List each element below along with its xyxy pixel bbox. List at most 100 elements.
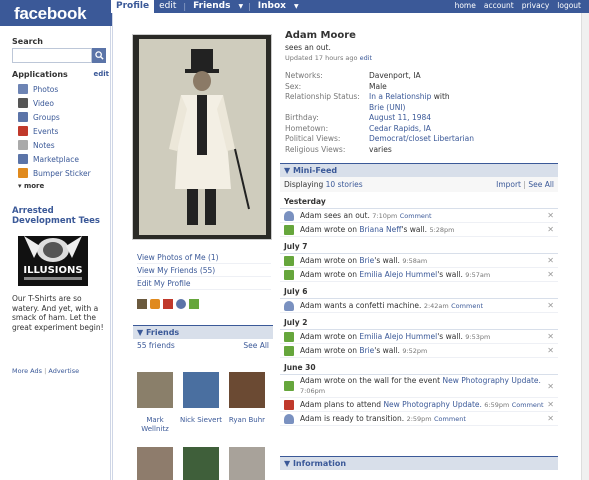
friend-photo[interactable] — [137, 447, 173, 480]
friend-photo[interactable] — [229, 447, 265, 480]
applications-edit-link[interactable]: edit — [93, 70, 109, 79]
edit-profile-link[interactable]: Edit My Profile — [137, 277, 271, 290]
feed-story: Adam wrote on Emilia Alejo Hummel's wall… — [280, 330, 558, 344]
facebook-logo[interactable]: facebook — [14, 4, 87, 24]
profile-photo[interactable] — [132, 34, 272, 240]
friend-name[interactable]: Nick Sievert — [179, 416, 223, 425]
story-link[interactable]: Brie — [359, 346, 374, 355]
story-link[interactable]: Emilia Alejo Hummel — [359, 332, 437, 341]
more-ads-link[interactable]: More Ads — [12, 367, 42, 375]
story-time: 9:52pm — [402, 346, 428, 355]
link-privacy[interactable]: privacy — [518, 0, 554, 12]
friend-photo[interactable] — [183, 447, 219, 480]
sidebar-app-bumper-sticker[interactable]: Bumper Sticker — [12, 166, 109, 180]
wall-icon[interactable] — [189, 299, 199, 309]
mini-feed-header[interactable]: ▼ Mini-Feed — [280, 163, 558, 177]
link-logout[interactable]: logout — [553, 0, 585, 12]
collapse-arrow-icon[interactable]: ▼ — [284, 459, 293, 468]
sidebar-ad[interactable]: Arrested Development Tees ILLUSIONS Our … — [12, 206, 109, 332]
mini-feed-import[interactable]: Import — [496, 180, 521, 189]
account-links: home account privacy logout — [451, 0, 585, 12]
story-comment-link[interactable]: Comment — [434, 415, 466, 423]
wall-post-icon — [284, 381, 294, 391]
info-value[interactable]: In a Relationship — [369, 92, 431, 101]
portrait-figure — [139, 39, 266, 235]
ad-title[interactable]: Arrested Development Tees — [12, 206, 109, 226]
story-comment-link[interactable]: Comment — [451, 302, 483, 310]
story-link[interactable]: Brie — [359, 256, 374, 265]
sidebar-app-groups[interactable]: Groups — [12, 110, 109, 124]
friends-box-header[interactable]: ▼ Friends — [133, 325, 273, 339]
friend-card[interactable] — [179, 447, 223, 480]
friend-card[interactable]: Ryan Buhr — [225, 372, 269, 425]
search-button[interactable] — [92, 48, 106, 63]
friends-see-all[interactable]: See All — [243, 341, 269, 350]
story-link[interactable]: New Photography Update. — [442, 376, 540, 385]
remove-story-icon[interactable]: ✕ — [544, 346, 554, 355]
story-text-end: 's wall. — [437, 331, 463, 341]
briefcase-icon[interactable] — [137, 299, 147, 309]
link-home[interactable]: home — [451, 0, 480, 12]
nav-inbox[interactable]: Inbox — [253, 0, 291, 13]
view-friends-link[interactable]: View My Friends (55) — [137, 264, 271, 277]
friend-card[interactable]: Mark Wellnitz — [133, 372, 177, 434]
remove-story-icon[interactable]: ✕ — [544, 400, 554, 409]
remove-story-icon[interactable]: ✕ — [544, 332, 554, 341]
sidebar-app-video[interactable]: Video — [12, 96, 109, 110]
mini-feed-count[interactable]: 10 stories — [326, 180, 363, 189]
friends-count[interactable]: 55 friends — [137, 341, 175, 350]
remove-story-icon[interactable]: ✕ — [544, 414, 554, 423]
collapse-arrow-icon[interactable]: ▼ — [284, 166, 293, 175]
friend-name[interactable]: Mark Wellnitz — [133, 416, 177, 434]
nav-profile-edit[interactable]: edit — [154, 0, 181, 13]
remove-story-icon[interactable]: ✕ — [544, 382, 554, 391]
profile-name: Adam Moore — [285, 30, 356, 41]
info-value[interactable]: August 11, 1984 — [369, 113, 431, 122]
sidebar-app-notes[interactable]: Notes — [12, 138, 109, 152]
sidebar-app-photos[interactable]: Photos — [12, 82, 109, 96]
friends-icon[interactable] — [176, 299, 186, 309]
friend-card[interactable] — [133, 447, 177, 480]
story-link[interactable]: Briana Neff — [359, 225, 401, 234]
story-comment-link[interactable]: Comment — [512, 401, 544, 409]
nav-profile[interactable]: Profile — [111, 0, 155, 13]
remove-story-icon[interactable]: ✕ — [544, 301, 554, 310]
information-box-header[interactable]: ▼ Information — [280, 456, 558, 470]
friends-dropdown-icon[interactable]: ▼ — [235, 3, 246, 10]
nav-friends[interactable]: Friends — [188, 0, 235, 13]
remove-story-icon[interactable]: ✕ — [544, 211, 554, 220]
info-value[interactable]: Cedar Rapids, IA — [369, 124, 431, 133]
status-update-icon — [284, 413, 294, 424]
ad-image[interactable]: ILLUSIONS — [12, 232, 94, 290]
remove-story-icon[interactable]: ✕ — [544, 270, 554, 279]
friend-name[interactable]: Ryan Buhr — [225, 416, 269, 425]
sidebar-app-marketplace[interactable]: Marketplace — [12, 152, 109, 166]
bumper-sticker-icon[interactable] — [150, 299, 160, 309]
more-apps-link[interactable]: ▾ more — [18, 182, 109, 190]
remove-story-icon[interactable]: ✕ — [544, 256, 554, 265]
search-input[interactable] — [12, 48, 92, 63]
friend-photo[interactable] — [229, 372, 265, 408]
info-value[interactable]: Democrat/closet Libertarian — [369, 134, 474, 143]
sidebar-app-events[interactable]: Events — [12, 124, 109, 138]
inbox-dropdown-icon[interactable]: ▼ — [291, 3, 302, 10]
friend-photo[interactable] — [183, 372, 219, 408]
remove-story-icon[interactable]: ✕ — [544, 225, 554, 234]
story-link[interactable]: New Photography Update. — [383, 400, 481, 409]
friend-photo[interactable] — [137, 372, 173, 408]
story-link[interactable]: Emilia Alejo Hummel — [359, 270, 437, 279]
friend-card[interactable]: Nick Sievert — [179, 372, 223, 425]
gift-icon[interactable] — [163, 299, 173, 309]
view-photos-link[interactable]: View Photos of Me (1) — [137, 251, 271, 264]
advertise-link[interactable]: Advertise — [48, 367, 79, 375]
mini-feed-see-all[interactable]: See All — [528, 180, 554, 189]
story-time: 9:57am — [465, 270, 491, 279]
page-scrollbar[interactable] — [581, 13, 589, 480]
collapse-arrow-icon[interactable]: ▼ — [137, 328, 146, 337]
search-row — [12, 48, 109, 63]
info-value-partner[interactable]: Brie (UNI) — [369, 103, 405, 112]
story-comment-link[interactable]: Comment — [400, 212, 432, 220]
status-edit-link[interactable]: edit — [360, 54, 372, 62]
link-account[interactable]: account — [480, 0, 518, 12]
friend-card[interactable] — [225, 447, 269, 480]
